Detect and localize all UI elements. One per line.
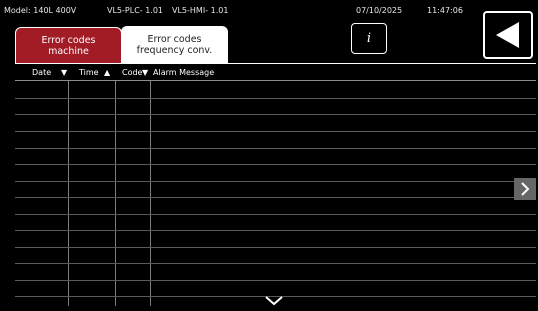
table-row	[15, 181, 536, 182]
sort-time-icon: ▲	[104, 68, 111, 77]
table-row	[15, 131, 536, 132]
column-header-time[interactable]: Time	[79, 68, 99, 77]
tab-label-line2: machine	[48, 45, 89, 57]
column-header-alarm-message[interactable]: Alarm Message	[153, 68, 214, 77]
tab-label-line1: Error codes	[41, 34, 96, 46]
hmi-version: VL5-HMI- 1.01	[172, 6, 229, 15]
table-row	[15, 280, 536, 281]
table-row	[15, 197, 536, 198]
table-row	[15, 164, 536, 165]
tab-error-codes-frequency-conv[interactable]: Error codes frequency conv.	[121, 26, 228, 63]
scroll-right-button[interactable]	[514, 178, 536, 200]
plc-version: VL5-PLC- 1.01	[107, 6, 164, 15]
table-row	[15, 214, 536, 215]
info-icon: i	[366, 31, 372, 46]
info-button[interactable]: i	[351, 23, 387, 54]
table-header: Date ▼ Time ▲ Code ▼ Alarm Message	[15, 64, 536, 81]
back-button[interactable]	[483, 11, 533, 59]
current-date: 07/10/2025	[356, 6, 403, 15]
column-header-code[interactable]: Code	[122, 68, 142, 77]
tab-error-codes-machine[interactable]: Error codes machine	[15, 27, 122, 63]
tab-label-line2: frequency conv.	[136, 45, 213, 56]
table-row	[15, 247, 536, 248]
chevron-down-icon	[265, 296, 283, 306]
table-row	[15, 98, 536, 99]
table-row	[15, 230, 536, 231]
tab-label-line1: Error codes	[147, 34, 202, 45]
machine-model: Model: 140L 400V	[4, 6, 77, 15]
chevron-right-icon	[521, 182, 530, 196]
sort-code-icon: ▼	[142, 68, 149, 77]
column-header-date[interactable]: Date	[32, 68, 51, 77]
table-row	[15, 148, 536, 149]
status-bar: Model: 140L 400V VL5-PLC- 1.01 VL5-HMI- …	[0, 0, 538, 22]
back-triangle-icon	[496, 22, 519, 48]
table-row	[15, 114, 536, 115]
scroll-down-button[interactable]	[262, 292, 286, 306]
table-row	[15, 263, 536, 264]
sort-date-icon: ▼	[61, 68, 68, 77]
current-time: 11:47:06	[427, 6, 463, 15]
